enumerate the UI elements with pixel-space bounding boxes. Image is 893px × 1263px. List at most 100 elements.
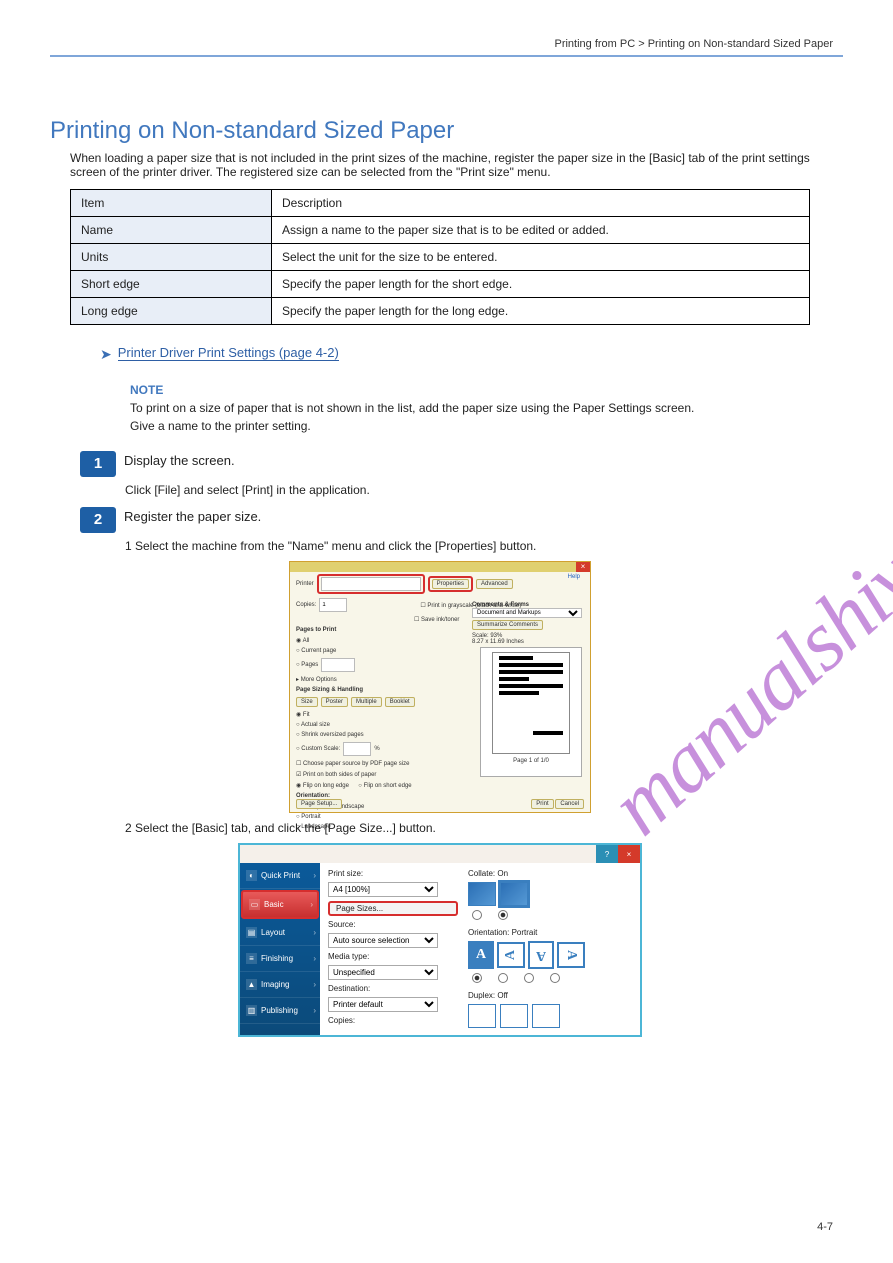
close-icon[interactable]: × bbox=[618, 845, 640, 863]
page-icon: ▭ bbox=[249, 899, 260, 910]
step-2-sub-1: 1 Select the machine from the "Name" men… bbox=[125, 539, 843, 553]
chevron-right-icon: › bbox=[313, 1006, 316, 1015]
orient-landscape-flip[interactable]: A bbox=[557, 942, 585, 968]
collate-radio-2[interactable] bbox=[498, 910, 508, 920]
properties-button[interactable]: Properties bbox=[432, 579, 469, 589]
step-2-text: Register the paper size. bbox=[124, 507, 261, 533]
row-units-desc: Select the unit for the size to be enter… bbox=[272, 244, 810, 271]
page-sizes-button[interactable]: Page Sizes... bbox=[328, 901, 458, 916]
advanced-button[interactable]: Advanced bbox=[476, 579, 513, 589]
publish-icon: ▥ bbox=[246, 1005, 257, 1016]
orient-radio-2[interactable] bbox=[498, 973, 508, 983]
duplex-opt-3[interactable] bbox=[532, 1004, 560, 1028]
orient-portrait[interactable]: A bbox=[468, 941, 494, 969]
duplex-opt-1[interactable] bbox=[468, 1004, 496, 1028]
close-icon[interactable]: × bbox=[576, 562, 590, 572]
orient-radio-1[interactable] bbox=[472, 973, 482, 983]
table-header-desc: Description bbox=[272, 190, 810, 217]
collate-option-2[interactable] bbox=[500, 882, 528, 906]
dest-select[interactable]: Printer default bbox=[328, 997, 438, 1012]
help-icon[interactable]: ? bbox=[596, 845, 618, 863]
row-name-label: Name bbox=[71, 217, 272, 244]
cancel-button[interactable]: Cancel bbox=[555, 799, 584, 809]
page-setup-button[interactable]: Page Setup... bbox=[296, 799, 342, 809]
current-radio[interactable]: ○ Current page bbox=[296, 648, 336, 654]
print-size-select[interactable]: A4 [100%] bbox=[328, 882, 438, 897]
orient-portrait-flip[interactable]: A bbox=[528, 941, 554, 969]
orient-radio-4[interactable] bbox=[550, 973, 560, 983]
chevron-right-icon: › bbox=[310, 900, 313, 909]
step-1-badge: 1 bbox=[80, 451, 116, 477]
print-preview: Page 1 of 1/0 bbox=[480, 647, 582, 777]
note-line-1: To print on a size of paper that is not … bbox=[130, 401, 830, 415]
fliplong-radio[interactable]: ◉ Flip on long edge bbox=[296, 782, 349, 789]
header-rule bbox=[50, 55, 843, 57]
page-number: 4-7 bbox=[817, 1221, 833, 1233]
arrow-icon: ➤ bbox=[100, 345, 112, 363]
shrink-radio[interactable]: ○ Shrink oversized pages bbox=[296, 732, 364, 738]
properties-highlight: Properties bbox=[428, 576, 473, 592]
tab-quickprint[interactable]: ◐Quick Print› bbox=[240, 863, 320, 889]
print-dialog-screenshot: × Printer Properties Advanced Help Copie… bbox=[120, 561, 760, 813]
portrait-radio[interactable]: ○ Portrait bbox=[296, 814, 321, 820]
row-name-desc: Assign a name to the paper size that is … bbox=[272, 217, 810, 244]
properties-sidebar: ◐Quick Print› ▭Basic› ▤Layout› ≡Finishin… bbox=[240, 863, 320, 1035]
properties-dialog-screenshot: ? × ◐Quick Print› ▭Basic› ▤Layout› ≡Fini… bbox=[120, 843, 760, 1037]
chevron-right-icon: › bbox=[313, 980, 316, 989]
multiple-tab[interactable]: Multiple bbox=[351, 697, 382, 707]
collate-label: Collate: On bbox=[468, 869, 632, 878]
orient-landscape[interactable]: A bbox=[497, 942, 525, 968]
size-tab[interactable]: Size bbox=[296, 697, 318, 707]
booklet-tab[interactable]: Booklet bbox=[385, 697, 415, 707]
tab-basic[interactable]: ▭Basic› bbox=[241, 890, 319, 919]
page-of: Page 1 of 1/0 bbox=[481, 758, 581, 764]
pages-radio[interactable]: ○ Pages bbox=[296, 662, 318, 668]
tab-imaging[interactable]: ▲Imaging› bbox=[240, 972, 320, 998]
collate-radio-1[interactable] bbox=[472, 910, 482, 920]
duplex-opt-2[interactable] bbox=[500, 1004, 528, 1028]
copies-label: Copies: bbox=[296, 602, 316, 608]
row-long-label: Long edge bbox=[71, 298, 272, 325]
pages-input[interactable] bbox=[321, 658, 355, 672]
table-header-item: Item bbox=[71, 190, 272, 217]
fit-radio[interactable]: ◉ Fit bbox=[296, 711, 310, 718]
landscape-radio[interactable]: ○ Landscape bbox=[296, 824, 331, 830]
printer-name-highlight bbox=[317, 574, 425, 594]
source-select[interactable]: Auto source selection bbox=[328, 933, 438, 948]
poster-tab[interactable]: Poster bbox=[321, 697, 348, 707]
help-link[interactable]: Help bbox=[568, 574, 580, 580]
layout-icon: ▤ bbox=[246, 927, 257, 938]
comments-select[interactable]: Document and Markups bbox=[472, 608, 582, 618]
both-sides-check[interactable]: ☑ Print on both sides of paper bbox=[296, 771, 376, 778]
choose-source-check[interactable]: ☐ Choose paper source by PDF page size bbox=[296, 760, 409, 767]
tab-layout[interactable]: ▤Layout› bbox=[240, 920, 320, 946]
printer-select[interactable] bbox=[321, 577, 421, 591]
summarize-button[interactable]: Summarize Comments bbox=[472, 620, 543, 630]
media-select[interactable]: Unspecified bbox=[328, 965, 438, 980]
more-options-toggle[interactable]: ▸ More Options bbox=[296, 676, 337, 683]
chevron-right-icon: › bbox=[313, 871, 316, 880]
tab-finishing[interactable]: ≡Finishing› bbox=[240, 946, 320, 972]
xref-link[interactable]: Printer Driver Print Settings (page 4-2) bbox=[118, 345, 339, 361]
row-short-label: Short edge bbox=[71, 271, 272, 298]
chevron-right-icon: › bbox=[313, 928, 316, 937]
actual-radio[interactable]: ○ Actual size bbox=[296, 722, 330, 728]
print-button[interactable]: Print bbox=[531, 799, 553, 809]
custom-scale-input[interactable] bbox=[343, 742, 371, 756]
note-line-2: Give a name to the printer setting. bbox=[130, 419, 830, 433]
orient-radio-3[interactable] bbox=[524, 973, 534, 983]
tab-publishing[interactable]: ▥Publishing› bbox=[240, 998, 320, 1024]
copies-label2: Copies: bbox=[328, 1016, 458, 1025]
copies-input[interactable] bbox=[319, 598, 347, 612]
chevron-right-icon: › bbox=[313, 954, 316, 963]
custom-radio[interactable]: ○ Custom Scale: bbox=[296, 746, 340, 752]
imaging-icon: ▲ bbox=[246, 979, 257, 990]
finish-icon: ≡ bbox=[246, 953, 257, 964]
printer-label: Printer bbox=[296, 581, 314, 587]
collate-option-1[interactable] bbox=[468, 882, 496, 906]
flipshort-radio[interactable]: ○ Flip on short edge bbox=[358, 783, 411, 789]
row-long-desc: Specify the paper length for the long ed… bbox=[272, 298, 810, 325]
all-radio[interactable]: ◉ All bbox=[296, 637, 309, 644]
ink-check[interactable]: ☐ Save ink/toner bbox=[414, 616, 459, 623]
source-label: Source: bbox=[328, 920, 458, 929]
